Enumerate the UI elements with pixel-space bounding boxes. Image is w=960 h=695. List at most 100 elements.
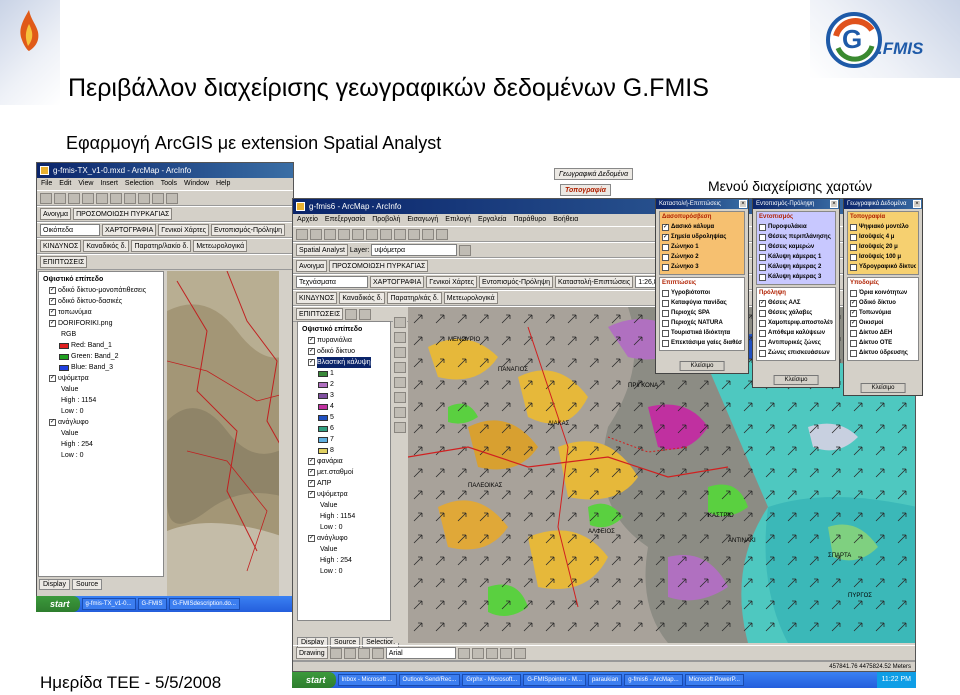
table-icon[interactable]	[359, 308, 372, 320]
checkbox[interactable]	[759, 263, 766, 271]
front-general-maps-button[interactable]: Γενικοί Χάρτες	[426, 276, 477, 288]
front-table-of-contents[interactable]: Οψιστικό επίπεδο ✓ πυρανιάλια ✓ οδικό δίκτυο…	[297, 321, 391, 621]
close-icon[interactable]: ×	[913, 200, 921, 208]
find-icon[interactable]	[394, 407, 406, 418]
front_window-menu-3[interactable]: Εισαγωγή	[407, 214, 438, 226]
front-canadian-button[interactable]: Καναδικός δ.	[339, 292, 386, 304]
zoom-icon[interactable]	[166, 192, 178, 204]
panel-checkbox-item[interactable]: Θέσεις περιπλάνησης	[759, 232, 833, 242]
zoom-out-icon[interactable]	[394, 332, 406, 343]
checkbox[interactable]	[662, 339, 669, 347]
save-icon[interactable]	[68, 192, 80, 204]
checkbox[interactable]: ✓	[662, 233, 669, 241]
panel-checkbox-item[interactable]: Ζώνες επισκευάσεων	[759, 348, 833, 358]
layer-checkbox[interactable]: ✓	[308, 469, 315, 476]
drawing-menu[interactable]: Drawing	[296, 647, 328, 659]
font-select[interactable]: Arial	[385, 647, 456, 659]
front-open-button[interactable]: Ανοιγμα	[296, 260, 328, 272]
panel-checkbox-item[interactable]: Κάλυψη κάμερας 3	[759, 272, 833, 282]
front_window-menu-2[interactable]: Προβολή	[372, 214, 400, 226]
panel-checkbox-item[interactable]: Ισοϋψείς 4 μ	[850, 232, 916, 242]
zoom-icon[interactable]	[436, 228, 448, 240]
toc-row[interactable]: ✓ ΑΠΡ	[302, 478, 388, 489]
front-task-1[interactable]: Inbox - Microsoft ...	[337, 674, 397, 686]
front-observ-button[interactable]: Παρατηρ/κάς δ.	[387, 292, 442, 304]
open-icon[interactable]	[54, 192, 66, 204]
toc-row[interactable]: ✓ οδικό δίκτυο-δασικές	[43, 296, 161, 307]
checkbox[interactable]	[662, 329, 669, 337]
checkbox[interactable]	[759, 319, 766, 327]
panel-checkbox-item[interactable]: Ζώνηκο 3	[662, 262, 742, 272]
checkbox[interactable]	[850, 329, 857, 337]
layer-checkbox[interactable]: ✓	[49, 287, 56, 294]
toc-row[interactable]: Value	[43, 428, 161, 439]
back-impacts-button[interactable]: ΕΠΙΠΤΩΣΕΙΣ	[40, 256, 88, 268]
checkbox[interactable]	[662, 319, 669, 327]
panel-checkbox-item[interactable]: Κάλυψη κάμερας 1	[759, 252, 833, 262]
panel-checkbox-item[interactable]: Χαμοπεριφ.αποστολέτον	[759, 318, 833, 328]
back-map-view[interactable]	[167, 271, 293, 601]
front-detection-button[interactable]: Εντοπισμός-Πρόληψη	[478, 276, 554, 288]
checkbox[interactable]	[662, 263, 669, 271]
panel-checkbox-item[interactable]: Απόθεμα καλύψεων	[759, 328, 833, 338]
toc-row[interactable]: High : 254	[302, 555, 388, 566]
panel-checkbox-item[interactable]: ✓ Θέσεις ΑΛΣ	[759, 298, 833, 308]
checkbox[interactable]	[662, 289, 669, 297]
back-meteo-button[interactable]: Μετεωρολογικά	[193, 240, 248, 252]
panel-checkbox-item[interactable]: Δίκτυο ΔΕΗ	[850, 328, 916, 338]
cut-icon[interactable]	[352, 228, 364, 240]
front_window-menu-4[interactable]: Επιλογή	[445, 214, 471, 226]
front-task-4[interactable]: G-FMISpointer - M...	[523, 674, 586, 686]
panel-checkbox-item[interactable]: ✓ Τοπωνύμια	[850, 308, 916, 318]
back-open-button[interactable]: Ανοιγμα	[40, 208, 72, 220]
close-icon[interactable]: ×	[739, 200, 747, 208]
toc-row[interactable]: Value	[43, 384, 161, 395]
checkbox[interactable]	[759, 233, 766, 241]
panel-checkbox-item[interactable]: Ισοϋψείς 100 μ	[850, 252, 916, 262]
layer-checkbox[interactable]: ✓	[49, 320, 56, 327]
layer-checkbox[interactable]: ✓	[49, 419, 56, 426]
layer-checkbox[interactable]: ✓	[308, 480, 315, 487]
checkbox[interactable]	[850, 349, 857, 357]
checkbox[interactable]: ✓	[759, 299, 766, 307]
zoom-in-icon[interactable]	[394, 317, 406, 328]
new-icon[interactable]	[296, 228, 308, 240]
checkbox[interactable]: ✓	[850, 309, 857, 317]
back-general-maps-button[interactable]: Γενικοί Χάρτες	[158, 224, 209, 236]
panel-checkbox-item[interactable]: Περιοχές SPA	[662, 308, 742, 318]
select-elements-icon[interactable]	[329, 647, 342, 659]
paste-icon[interactable]	[124, 192, 136, 204]
identify-icon[interactable]	[394, 392, 406, 403]
layer-checkbox[interactable]: ✓	[308, 337, 315, 344]
pan-icon[interactable]	[394, 347, 406, 358]
back_window-menu-1[interactable]: Edit	[59, 178, 71, 190]
front_window-menu-1[interactable]: Επεξεργασία	[325, 214, 365, 226]
toc-row[interactable]: 5	[302, 412, 388, 423]
toc-row[interactable]: ✓ υψόμετρα	[43, 373, 161, 384]
cut-icon[interactable]	[96, 192, 108, 204]
add-data-icon[interactable]	[152, 192, 164, 204]
front-fire-sim-button[interactable]: ΠΡΟΣΟΜΟΙΩΣΗ ΠΥΡΚΑΓΙΑΣ	[329, 260, 429, 272]
toc-row[interactable]: ✓ μετ.σταθμοί	[302, 467, 388, 478]
toc-row[interactable]: ✓ DORIFORIKI.png	[43, 318, 161, 329]
back-risk-button[interactable]: ΚΙΝΔΥΝΟΣ	[40, 240, 82, 252]
layer-checkbox[interactable]: ✓	[308, 458, 315, 465]
toc-row[interactable]: Value	[302, 500, 388, 511]
panel-checkbox-item[interactable]: Δίκτυο ύδρευσης	[850, 348, 916, 358]
front-task-7[interactable]: Microsoft PowerP...	[684, 674, 744, 686]
panel-checkbox-item[interactable]: Περιοχές NATURA	[662, 318, 742, 328]
toc-row[interactable]: Low : 0	[43, 450, 161, 461]
toc-row[interactable]: ✓ υψόμετρα	[302, 489, 388, 500]
back_window-menu-4[interactable]: Selection	[125, 178, 154, 190]
toc-row[interactable]: 1	[302, 368, 388, 379]
toc-row[interactable]: Low : 0	[302, 566, 388, 577]
panel-checkbox-item[interactable]: Όρια κοινότητων	[850, 288, 916, 298]
front-cartography-button[interactable]: ΧΑΡΤΟΓΡΑΦΙΑ	[370, 276, 425, 288]
back-combo[interactable]: Οικόπεδα	[40, 224, 100, 236]
back_window-menu-3[interactable]: Insert	[100, 178, 118, 190]
back_window-menu-2[interactable]: View	[78, 178, 93, 190]
toc-row[interactable]: 6	[302, 423, 388, 434]
back-fire-sim-button[interactable]: ΠΡΟΣΟΜΟΙΩΣΗ ΠΥΡΚΑΓΙΑΣ	[73, 208, 173, 220]
panel-checkbox-item[interactable]: Υδρογραφικό δίκτυο	[850, 262, 916, 272]
front-meteo-button[interactable]: Μετεωρολογικά	[443, 292, 498, 304]
